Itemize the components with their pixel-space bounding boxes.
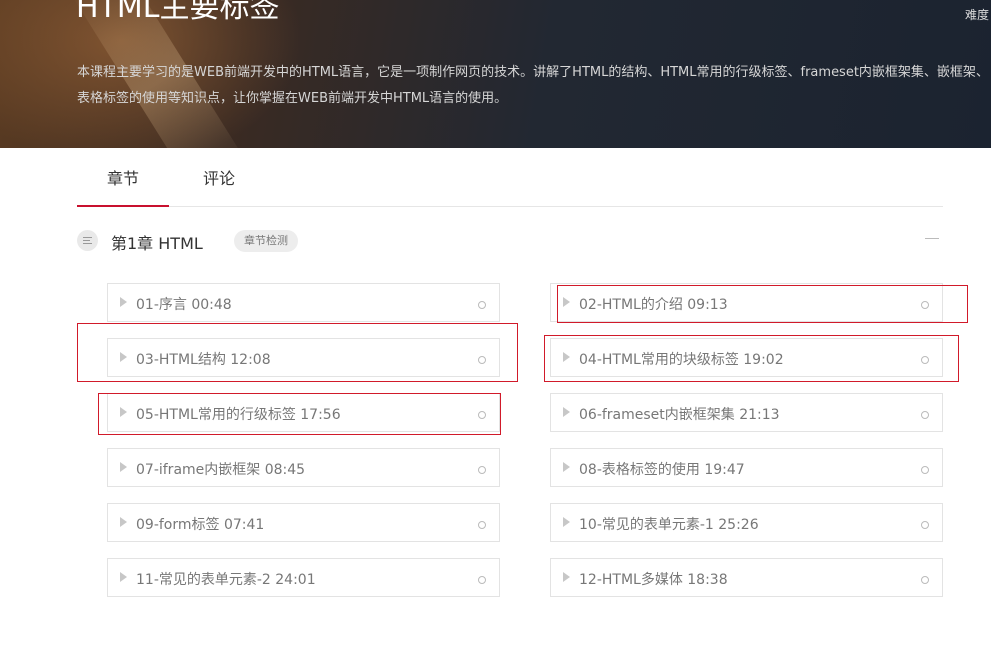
course-tabs: 章节 评论 (77, 148, 943, 207)
play-icon (120, 297, 127, 307)
progress-circle-icon (478, 411, 486, 419)
lesson-item[interactable]: 03-HTML结构 12:08 (107, 338, 500, 377)
lesson-label: 09-form标签 07:41 (136, 517, 265, 533)
progress-circle-icon (478, 356, 486, 364)
lesson-label: 11-常见的表单元素-2 24:01 (136, 572, 316, 588)
lesson-item[interactable]: 04-HTML常用的块级标签 19:02 (550, 338, 943, 377)
list-icon (77, 230, 98, 251)
difficulty-label: 难度 (964, 8, 989, 22)
lesson-item[interactable]: 06-frameset内嵌框架集 21:13 (550, 393, 943, 432)
lesson-item[interactable]: 10-常见的表单元素-1 25:26 (550, 503, 943, 542)
progress-circle-icon (478, 521, 486, 529)
lesson-label: 01-序言 00:48 (136, 297, 232, 313)
lesson-item[interactable]: 09-form标签 07:41 (107, 503, 500, 542)
play-icon (563, 517, 570, 527)
play-icon (120, 407, 127, 417)
lesson-item[interactable]: 12-HTML多媒体 18:38 (550, 558, 943, 597)
progress-circle-icon (921, 356, 929, 364)
lesson-item[interactable]: 02-HTML的介绍 09:13 (550, 283, 943, 322)
lesson-label: 08-表格标签的使用 19:47 (579, 462, 745, 478)
play-icon (563, 462, 570, 472)
lesson-item[interactable]: 11-常见的表单元素-2 24:01 (107, 558, 500, 597)
lesson-label: 07-iframe内嵌框架 08:45 (136, 462, 306, 478)
tab-chapters[interactable]: 章节 (77, 148, 169, 207)
collapse-minus-icon[interactable] (925, 238, 939, 239)
lesson-label: 10-常见的表单元素-1 25:26 (579, 517, 759, 533)
course-description: 本课程主要学习的是WEB前端开发中的HTML语言，它是一项制作网页的技术。讲解了… (77, 65, 989, 106)
play-icon (563, 297, 570, 307)
play-icon (563, 407, 570, 417)
lesson-item[interactable]: 05-HTML常用的行级标签 17:56 (107, 393, 500, 432)
lesson-item[interactable]: 01-序言 00:48 (107, 283, 500, 322)
lesson-label: 03-HTML结构 12:08 (136, 352, 271, 368)
play-icon (563, 572, 570, 582)
chapter-header[interactable]: 第1章 HTML 章节检测 (77, 226, 943, 256)
chapter-title: 第1章 HTML (111, 234, 203, 253)
lesson-label: 04-HTML常用的块级标签 19:02 (579, 352, 784, 368)
lesson-item[interactable]: 07-iframe内嵌框架 08:45 (107, 448, 500, 487)
course-title: HTML主要标签 (76, 0, 280, 25)
progress-circle-icon (921, 411, 929, 419)
play-icon (120, 572, 127, 582)
progress-circle-icon (921, 521, 929, 529)
progress-circle-icon (478, 576, 486, 584)
progress-circle-icon (478, 301, 486, 309)
lesson-label: 05-HTML常用的行级标签 17:56 (136, 407, 341, 423)
play-icon (120, 517, 127, 527)
lesson-item[interactable]: 08-表格标签的使用 19:47 (550, 448, 943, 487)
play-icon (120, 352, 127, 362)
chapter-test-button[interactable]: 章节检测 (234, 230, 298, 252)
progress-circle-icon (478, 466, 486, 474)
lesson-label: 06-frameset内嵌框架集 21:13 (579, 407, 780, 423)
tab-comments[interactable]: 评论 (185, 148, 253, 206)
progress-circle-icon (921, 301, 929, 309)
progress-circle-icon (921, 576, 929, 584)
play-icon (120, 462, 127, 472)
play-icon (563, 352, 570, 362)
course-header: HTML主要标签 难度 本课程主要学习的是WEB前端开发中的HTML语言，它是一… (0, 0, 991, 148)
lesson-label: 12-HTML多媒体 18:38 (579, 572, 728, 588)
progress-circle-icon (921, 466, 929, 474)
lesson-label: 02-HTML的介绍 09:13 (579, 297, 728, 313)
